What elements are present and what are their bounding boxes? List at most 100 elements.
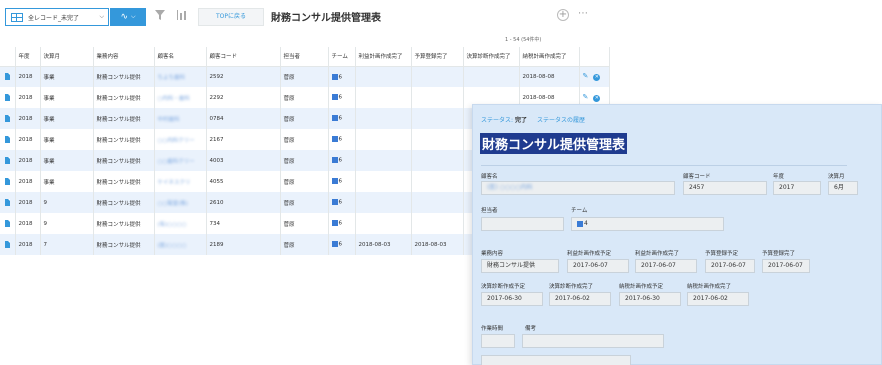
cell-work: 財務コンサル提供 bbox=[93, 171, 155, 192]
cell-budget-done bbox=[411, 192, 464, 213]
cell-customer: ○○内科クリー bbox=[154, 129, 207, 150]
document-icon[interactable] bbox=[4, 199, 10, 206]
chevron-down-icon: ⌵ bbox=[99, 13, 104, 20]
profit-plan-label: 利益計画作成予定 bbox=[567, 251, 612, 257]
year-field[interactable]: 2017 bbox=[773, 181, 821, 195]
code-field[interactable]: 2457 bbox=[683, 181, 767, 195]
budget-done-field[interactable]: 2017-06-07 bbox=[762, 259, 810, 273]
column-header-settle-done[interactable]: 決算診断作成完了 bbox=[463, 47, 520, 67]
column-header-team[interactable]: チーム bbox=[328, 47, 356, 67]
row-actions: ✎ ✕ bbox=[579, 66, 610, 87]
column-header-budget-done[interactable]: 予算登録完了 bbox=[411, 47, 464, 67]
cell-value: 財務コンサル提供 bbox=[96, 221, 141, 228]
cell-value: 2292 bbox=[209, 94, 224, 101]
document-icon[interactable] bbox=[4, 241, 10, 248]
row-detail-cell[interactable] bbox=[0, 66, 16, 87]
cell-staff: 菅原 bbox=[280, 150, 329, 171]
cell-staff: 菅原 bbox=[280, 234, 329, 255]
pencil-icon[interactable]: ✎ bbox=[583, 72, 589, 80]
worktime-field[interactable] bbox=[481, 334, 515, 348]
column-header-tax-done[interactable]: 納税計画作成完了 bbox=[519, 47, 580, 67]
cell-budget-done: 2018-08-03 bbox=[411, 234, 464, 255]
document-icon[interactable] bbox=[4, 178, 10, 185]
profit-done-field[interactable]: 2017-06-07 bbox=[635, 259, 697, 273]
team-value: 4 bbox=[584, 220, 588, 227]
delete-icon[interactable]: ✕ bbox=[593, 95, 601, 102]
cell-value: 6 bbox=[338, 241, 343, 248]
cell-value: 2018 bbox=[18, 199, 33, 206]
column-header-customer[interactable]: 顧客名 bbox=[154, 47, 207, 67]
cell-team: 6 bbox=[328, 108, 356, 129]
team-icon bbox=[331, 220, 338, 227]
column-header-profit-done[interactable]: 利益計画作成完了 bbox=[355, 47, 412, 67]
row-detail-cell[interactable] bbox=[0, 150, 16, 171]
column-header-work[interactable]: 業務内容 bbox=[93, 47, 155, 67]
cell-month: 9 bbox=[40, 213, 94, 234]
cell-value: 事業 bbox=[43, 116, 55, 123]
chevron-down-icon: ⌵ bbox=[130, 13, 136, 20]
status-history-link[interactable]: ステータスの履歴 bbox=[537, 117, 585, 124]
work-field[interactable]: 財務コンサル提供 bbox=[481, 259, 559, 273]
delete-icon[interactable]: ✕ bbox=[593, 74, 601, 82]
cell-month: 事業 bbox=[40, 129, 94, 150]
settle-done-field[interactable]: 2017-06-02 bbox=[549, 292, 611, 306]
cell-value: 7 bbox=[43, 241, 48, 248]
note-field[interactable] bbox=[522, 334, 664, 348]
document-icon[interactable] bbox=[4, 220, 10, 227]
budget-plan-field[interactable]: 2017-06-07 bbox=[705, 259, 755, 273]
pagination-info: 1 - 54 (54件中) bbox=[505, 37, 542, 43]
view-selector[interactable]: 全レコード_未完了 ⌵ bbox=[5, 8, 109, 26]
row-detail-cell[interactable] bbox=[0, 192, 16, 213]
row-detail-cell[interactable] bbox=[0, 108, 16, 129]
cell-value: 6 bbox=[338, 115, 343, 122]
table-row[interactable]: 2018 事業 財務コンサル提供 ちよち歯科 2592 菅原 6 2018-08-08 ✎ ✕ bbox=[0, 66, 610, 87]
row-detail-cell[interactable] bbox=[0, 234, 16, 255]
cell-value: 6 bbox=[338, 157, 343, 164]
cell-value: ○内科・歯科 bbox=[157, 95, 190, 102]
more-options-icon[interactable]: ⋯ bbox=[578, 8, 589, 19]
add-record-icon[interactable]: + bbox=[557, 9, 569, 21]
row-detail-cell[interactable] bbox=[0, 171, 16, 192]
cell-value: ○○陽堂(株) bbox=[157, 200, 188, 207]
filter-icon[interactable] bbox=[153, 9, 167, 23]
budget-plan-label: 予算登録予定 bbox=[705, 251, 739, 257]
pencil-icon[interactable]: ✎ bbox=[583, 93, 589, 101]
back-to-top-button[interactable]: TOPに戻る bbox=[198, 8, 264, 26]
row-detail-cell[interactable] bbox=[0, 87, 16, 108]
profit-plan-field[interactable]: 2017-06-07 bbox=[567, 259, 629, 273]
cell-team: 6 bbox=[328, 171, 356, 192]
column-header-staff[interactable]: 担当者 bbox=[280, 47, 329, 67]
graph-button[interactable]: ∿ ⌵ bbox=[110, 8, 146, 26]
month-label: 決算月 bbox=[828, 174, 845, 180]
cell-value: 財務コンサル提供 bbox=[96, 137, 141, 144]
cell-value: 2167 bbox=[209, 136, 224, 143]
cell-value: 9 bbox=[43, 199, 48, 206]
team-field[interactable]: 4 bbox=[571, 217, 724, 231]
row-detail-cell[interactable] bbox=[0, 213, 16, 234]
column-header-month[interactable]: 決算月 bbox=[40, 47, 94, 67]
document-icon[interactable] bbox=[4, 115, 10, 122]
bar-chart-icon[interactable] bbox=[176, 9, 190, 23]
month-field[interactable]: 6月 bbox=[828, 181, 858, 195]
extra-field[interactable] bbox=[481, 355, 631, 365]
settle-done-label: 決算診断作成完了 bbox=[549, 284, 594, 290]
cell-value: 2018 bbox=[18, 178, 33, 185]
column-header-code[interactable]: 顧客コード bbox=[206, 47, 281, 67]
cell-value: 財務コンサル提供 bbox=[96, 158, 141, 165]
document-icon[interactable] bbox=[4, 73, 10, 81]
cell-profit-done bbox=[355, 192, 412, 213]
tax-done-field[interactable]: 2017-06-02 bbox=[687, 292, 749, 306]
tax-plan-field[interactable]: 2017-06-30 bbox=[619, 292, 681, 306]
customer-label: 顧客名 bbox=[481, 174, 498, 180]
row-detail-cell[interactable] bbox=[0, 129, 16, 150]
cell-value: 2610 bbox=[209, 199, 224, 206]
staff-field[interactable] bbox=[481, 217, 564, 231]
cell-team: 6 bbox=[328, 129, 356, 150]
document-icon[interactable] bbox=[4, 136, 10, 143]
document-icon[interactable] bbox=[4, 157, 10, 164]
settle-plan-field[interactable]: 2017-06-30 bbox=[481, 292, 543, 306]
customer-field[interactable]: (医) ○○○○内科 bbox=[481, 181, 675, 195]
cell-profit-done: 2018-08-03 bbox=[355, 234, 412, 255]
column-header-year[interactable]: 年度 bbox=[15, 47, 41, 67]
document-icon[interactable] bbox=[4, 94, 10, 101]
